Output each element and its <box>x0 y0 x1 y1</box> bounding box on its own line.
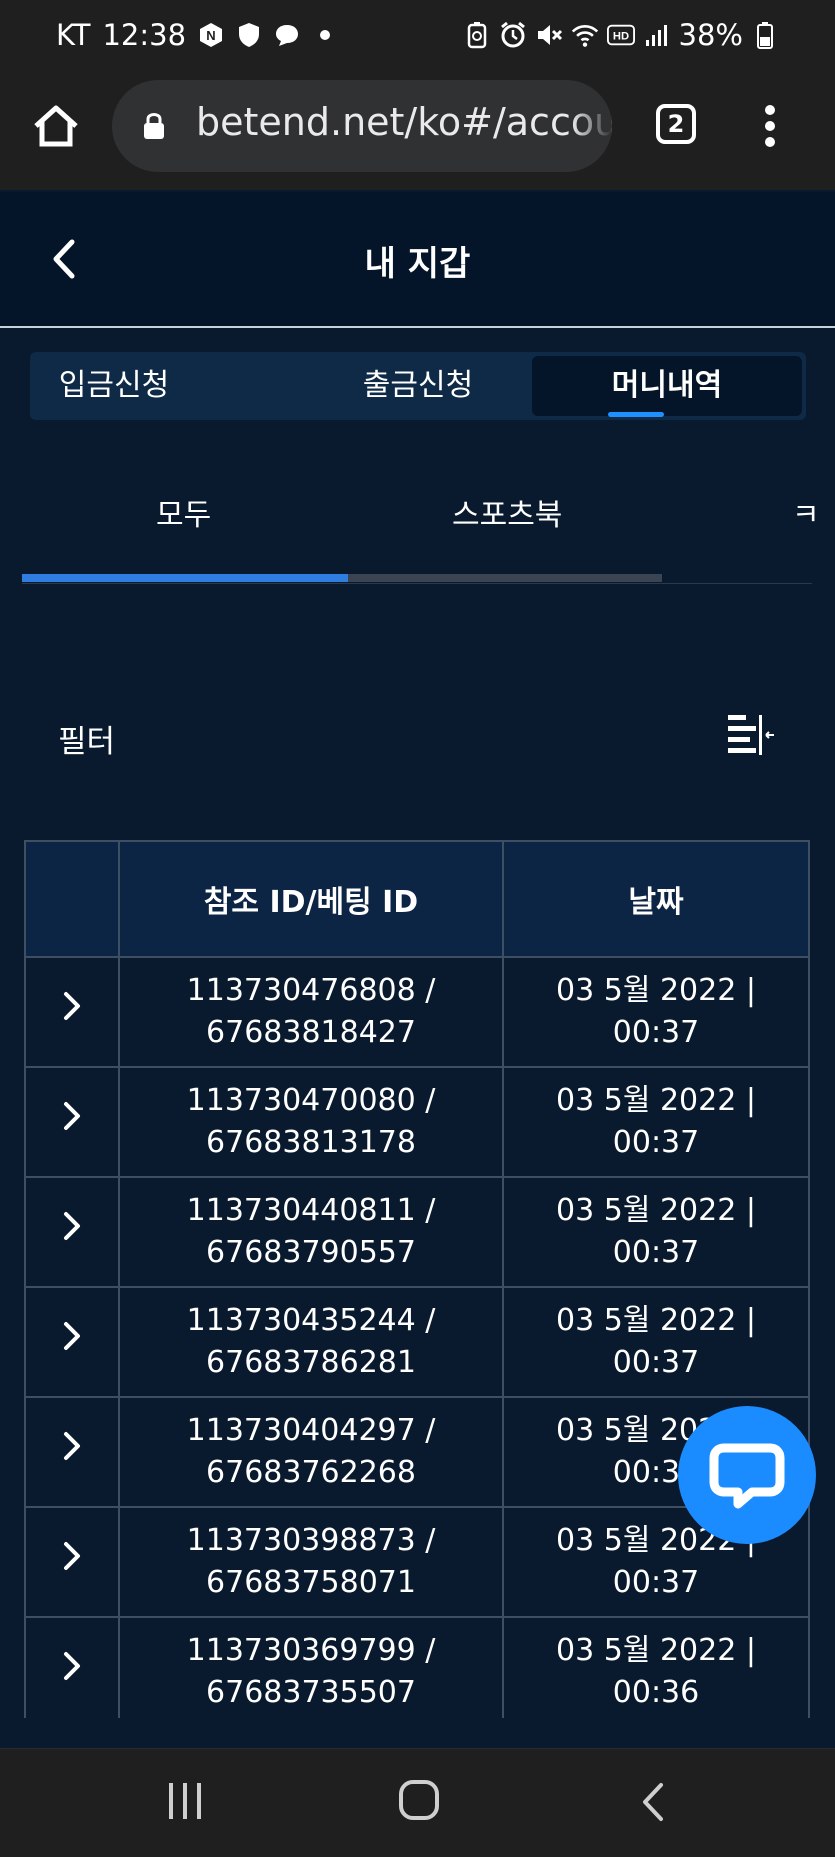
address-bar[interactable]: betend.net/ko#/accou <box>112 80 612 172</box>
reference-cell: 113730470080 / 67683813178 <box>118 1066 504 1178</box>
bet-id: 67683786281 <box>206 1345 416 1380</box>
row-expand-icon[interactable] <box>24 956 120 1068</box>
reference-cell: 113730435244 / 67683786281 <box>118 1286 504 1398</box>
column-header-date: 날짜 <box>502 840 810 958</box>
shield-icon <box>236 22 262 48</box>
wifi-icon <box>571 21 599 49</box>
reference-id: 113730440811 / <box>186 1193 436 1228</box>
alarm-icon <box>499 21 527 49</box>
chat-status-icon <box>274 22 300 48</box>
tab-deposit[interactable]: 입금신청 <box>30 352 198 420</box>
battery-icon <box>751 21 779 49</box>
reference-cell: 113730398873 / 67683758071 <box>118 1506 504 1618</box>
column-header-reference: 참조 ID/베팅 ID <box>118 840 504 958</box>
row-expand-icon[interactable] <box>24 1396 120 1508</box>
table-row[interactable]: 113730470080 / 67683813178 03 5월 2022 | 00… <box>24 1066 810 1178</box>
row-expand-icon[interactable] <box>24 1176 120 1288</box>
reference-cell: 113730440811 / 67683790557 <box>118 1176 504 1288</box>
date-text: 03 5월 2022 | <box>556 1083 756 1118</box>
table-row[interactable]: 113730369799 / 67683735507 03 5월 2022 | 00… <box>24 1616 810 1728</box>
row-expand-icon[interactable] <box>24 1506 120 1618</box>
reference-id: 113730435244 / <box>186 1303 436 1338</box>
bet-id: 67683758071 <box>206 1565 416 1600</box>
reference-cell: 113730476808 / 67683818427 <box>118 956 504 1068</box>
svg-text:HD: HD <box>612 31 628 43</box>
reference-cell: 113730369799 / 67683735507 <box>118 1616 504 1728</box>
hd-icon: HD <box>606 21 635 49</box>
app-header: 내 지갑 <box>0 192 835 328</box>
signal-icon <box>643 21 671 49</box>
row-expand-icon[interactable] <box>24 1066 120 1178</box>
bet-id: 67683735507 <box>206 1675 416 1710</box>
lock-icon <box>142 110 166 144</box>
date-cell: 03 5월 2022 | 00:37 <box>502 1286 810 1398</box>
time-text: 00:37 <box>612 1345 700 1380</box>
subtab-more[interactable]: ㅋ <box>792 490 820 534</box>
table-row[interactable]: 113730476808 / 67683818427 03 5월 2022 | 00… <box>24 956 810 1068</box>
bet-id: 67683818427 <box>206 1015 416 1050</box>
tab-money-history[interactable]: 머니내역 <box>532 356 802 416</box>
bet-id: 67683813178 <box>206 1125 416 1160</box>
battery-saver-icon <box>463 21 491 49</box>
active-tab-indicator <box>608 412 664 417</box>
date-text: 03 5월 2022 | <box>556 973 756 1008</box>
status-bar: KT 12:38 N HD 38% <box>0 0 835 76</box>
carrier-label: KT <box>56 18 91 52</box>
money-history-table: 참조 ID/베팅 ID 날짜 113730476808 / 67683818427… <box>24 840 810 1728</box>
bet-id: 67683762268 <box>206 1455 416 1490</box>
filter-label: 필터 <box>58 724 116 760</box>
tab-withdraw[interactable]: 출금신청 <box>278 352 558 420</box>
reference-id: 113730398873 / <box>186 1523 436 1558</box>
row-expand-icon[interactable] <box>24 1616 120 1728</box>
svg-text:N: N <box>206 28 215 43</box>
time-text: 00:37 <box>612 1235 700 1270</box>
date-text: 03 5월 2022 | <box>556 1633 756 1668</box>
subtab-all[interactable]: 모두 <box>156 490 211 534</box>
subtab-sportsbook[interactable]: 스포츠북 <box>452 490 562 534</box>
date-cell: 03 5월 2022 | 00:36 <box>502 1616 810 1728</box>
home-button-icon[interactable] <box>398 1779 440 1821</box>
column-header-expand <box>24 840 120 958</box>
browser-chrome: KT 12:38 N HD 38% betend.net/ko#/accou 2 <box>0 0 835 190</box>
row-expand-icon[interactable] <box>24 1286 120 1398</box>
time-text: 00:36 <box>612 1675 700 1710</box>
more-menu-icon[interactable] <box>756 102 784 150</box>
time-text: 00:37 <box>612 1015 700 1050</box>
clock: 12:38 <box>102 18 187 52</box>
date-text: 03 5월 2022 | <box>556 1193 756 1228</box>
table-row[interactable]: 113730440811 / 67683790557 03 5월 2022 | 00… <box>24 1176 810 1288</box>
home-icon[interactable] <box>30 100 82 152</box>
wallet-tabs: 입금신청 출금신청 머니내역 <box>30 352 806 420</box>
url-text: betend.net/ko#/accou <box>196 100 612 144</box>
subtab-active-indicator <box>22 574 348 582</box>
time-text: 00:37 <box>612 1565 700 1600</box>
tab-switcher-button[interactable]: 2 <box>656 104 696 144</box>
live-chat-button[interactable] <box>678 1406 816 1544</box>
filter-toggle-icon[interactable] <box>726 712 776 758</box>
n-icon: N <box>198 22 224 48</box>
reference-id: 113730404297 / <box>186 1413 436 1448</box>
date-cell: 03 5월 2022 | 00:37 <box>502 956 810 1068</box>
system-nav-bar <box>0 1748 835 1857</box>
date-cell: 03 5월 2022 | 00:37 <box>502 1066 810 1178</box>
chat-bubble-icon <box>709 1443 785 1509</box>
recent-apps-icon[interactable] <box>166 1781 204 1821</box>
reference-id: 113730476808 / <box>186 973 436 1008</box>
bet-id: 67683790557 <box>206 1235 416 1270</box>
reference-id: 113730369799 / <box>186 1633 436 1668</box>
url-bar-row: betend.net/ko#/accou 2 <box>0 80 835 176</box>
table-header-row: 참조 ID/베팅 ID 날짜 <box>24 840 810 958</box>
date-cell: 03 5월 2022 | 00:37 <box>502 1176 810 1288</box>
table-row[interactable]: 113730435244 / 67683786281 03 5월 2022 | 00… <box>24 1286 810 1398</box>
reference-cell: 113730404297 / 67683762268 <box>118 1396 504 1508</box>
back-button-icon[interactable] <box>640 1781 666 1823</box>
date-text: 03 5월 2022 | <box>556 1303 756 1338</box>
page-title: 내 지갑 <box>364 244 471 284</box>
mute-icon <box>535 21 563 49</box>
reference-id: 113730470080 / <box>186 1083 436 1118</box>
battery-percent: 38% <box>678 18 743 52</box>
time-text: 00:37 <box>612 1125 700 1160</box>
dot-icon <box>312 22 338 48</box>
